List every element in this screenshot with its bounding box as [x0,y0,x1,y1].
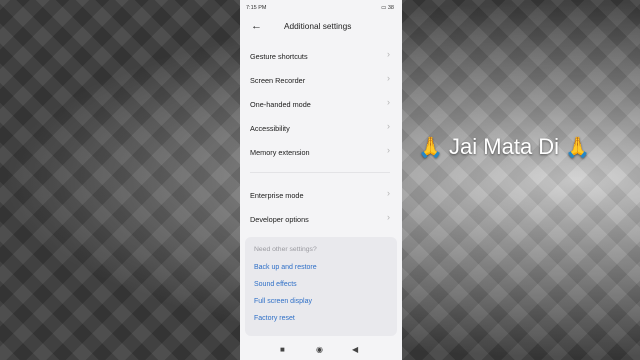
overlay-caption-text: Jai Mata Di [449,134,560,159]
back-arrow-icon[interactable]: ← [251,19,262,33]
setting-enterprise-mode[interactable]: Enterprise mode › [240,183,402,207]
setting-label: Gesture shortcuts [250,52,308,61]
link-sound-effects[interactable]: Sound effects [254,281,297,288]
link-factory-reset[interactable]: Factory reset [254,315,295,322]
status-time: 7:15 PM [246,5,267,11]
setting-label: One-handed mode [250,100,311,109]
recent-apps-icon[interactable]: ■ [280,345,285,354]
chevron-right-icon: › [387,121,390,131]
chevron-right-icon: › [387,212,390,222]
overlay-caption: 🙏 Jai Mata Di 🙏 [418,134,590,160]
setting-developer-options[interactable]: Developer options › [240,207,402,231]
setting-label: Accessibility [250,124,290,133]
battery-indicator: ▭ 38 [381,5,394,11]
setting-label: Screen Recorder [250,76,306,85]
phone-screen: 7:15 PM ▭ 38 ← Additional settings Gestu… [240,0,402,360]
chevron-right-icon: › [387,73,390,83]
other-settings-hint: Need other settings? [254,246,317,253]
other-settings-card: Need other settings? Back up and restore… [245,237,397,336]
setting-label: Memory extension [250,148,310,157]
setting-label: Enterprise mode [250,191,304,200]
setting-screen-recorder[interactable]: Screen Recorder › [240,68,402,92]
chevron-right-icon: › [387,97,390,107]
setting-gesture-shortcuts[interactable]: Gesture shortcuts › [240,44,402,68]
chevron-right-icon: › [387,188,390,198]
chevron-right-icon: › [387,49,390,59]
setting-memory-extension[interactable]: Memory extension › [240,140,402,164]
praying-hands-icon: 🙏 [418,137,443,159]
link-full-screen-display[interactable]: Full screen display [254,298,312,305]
home-icon[interactable]: ◉ [316,345,323,354]
setting-one-handed-mode[interactable]: One-handed mode › [240,92,402,116]
chevron-right-icon: › [387,145,390,155]
header: ← Additional settings [240,16,402,38]
praying-hands-icon: 🙏 [565,137,591,159]
setting-accessibility[interactable]: Accessibility › [240,116,402,140]
status-bar: 7:15 PM ▭ 38 [240,0,402,16]
battery-level: 38 [387,5,394,11]
back-icon[interactable]: ◀ [352,345,358,354]
navigation-bar: ■ ◉ ◀ [240,342,402,360]
page-title: Additional settings [284,21,352,31]
divider [250,172,390,173]
link-back-up-and-restore[interactable]: Back up and restore [254,264,317,271]
setting-label: Developer options [250,215,309,224]
